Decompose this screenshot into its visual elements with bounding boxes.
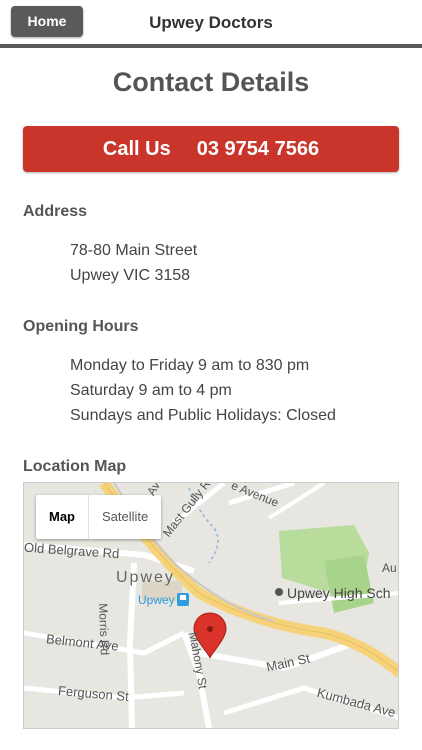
phone-number: 03 9754 7566 (196, 138, 320, 160)
map-type-satellite-button[interactable]: Satellite (89, 495, 161, 539)
address-line: Upwey VIC 3158 (70, 267, 191, 284)
address-lines: 78-80 Main Street Upwey VIC 3158 (70, 238, 399, 288)
location-map-section: Location Map (23, 458, 399, 476)
location-map[interactable]: Map Satellite Old Belgrave Rd Upwey Upwe… (23, 482, 399, 729)
hours-line: Sundays and Public Holidays: Closed (70, 407, 336, 424)
address-section: Address 78-80 Main Street Upwey VIC 3158 (23, 203, 399, 288)
call-us-button[interactable]: Call Us 03 9754 7566 (23, 126, 399, 172)
app-header: Home Upwey Doctors (0, 0, 422, 48)
map-label-upwey-high-school: Upwey High Sch (287, 585, 391, 601)
location-pin-dot (207, 626, 213, 632)
page-title: Contact Details (112, 67, 310, 97)
location-map-heading: Location Map (23, 458, 127, 475)
opening-hours-section: Opening Hours Monday to Friday 9 am to 8… (23, 318, 399, 428)
map-type-map-button[interactable]: Map (36, 495, 89, 539)
map-label-au: Au (382, 561, 397, 575)
map-type-toggle: Map Satellite (36, 495, 162, 539)
map-label-upwey: Upwey (116, 569, 175, 586)
address-line: 78-80 Main Street (70, 242, 198, 259)
school-icon (275, 588, 283, 596)
opening-hours-heading: Opening Hours (23, 318, 139, 335)
opening-hours-lines: Monday to Friday 9 am to 830 pm Saturday… (70, 353, 399, 428)
call-us-label: Call Us (102, 138, 171, 160)
map-label-upwey-station: Upwey (138, 593, 175, 607)
train-station-icon-window (180, 595, 186, 600)
hours-line: Monday to Friday 9 am to 830 pm (70, 357, 310, 374)
hours-line: Saturday 9 am to 4 pm (70, 382, 232, 399)
address-heading: Address (23, 203, 88, 220)
home-button[interactable]: Home (11, 6, 83, 37)
